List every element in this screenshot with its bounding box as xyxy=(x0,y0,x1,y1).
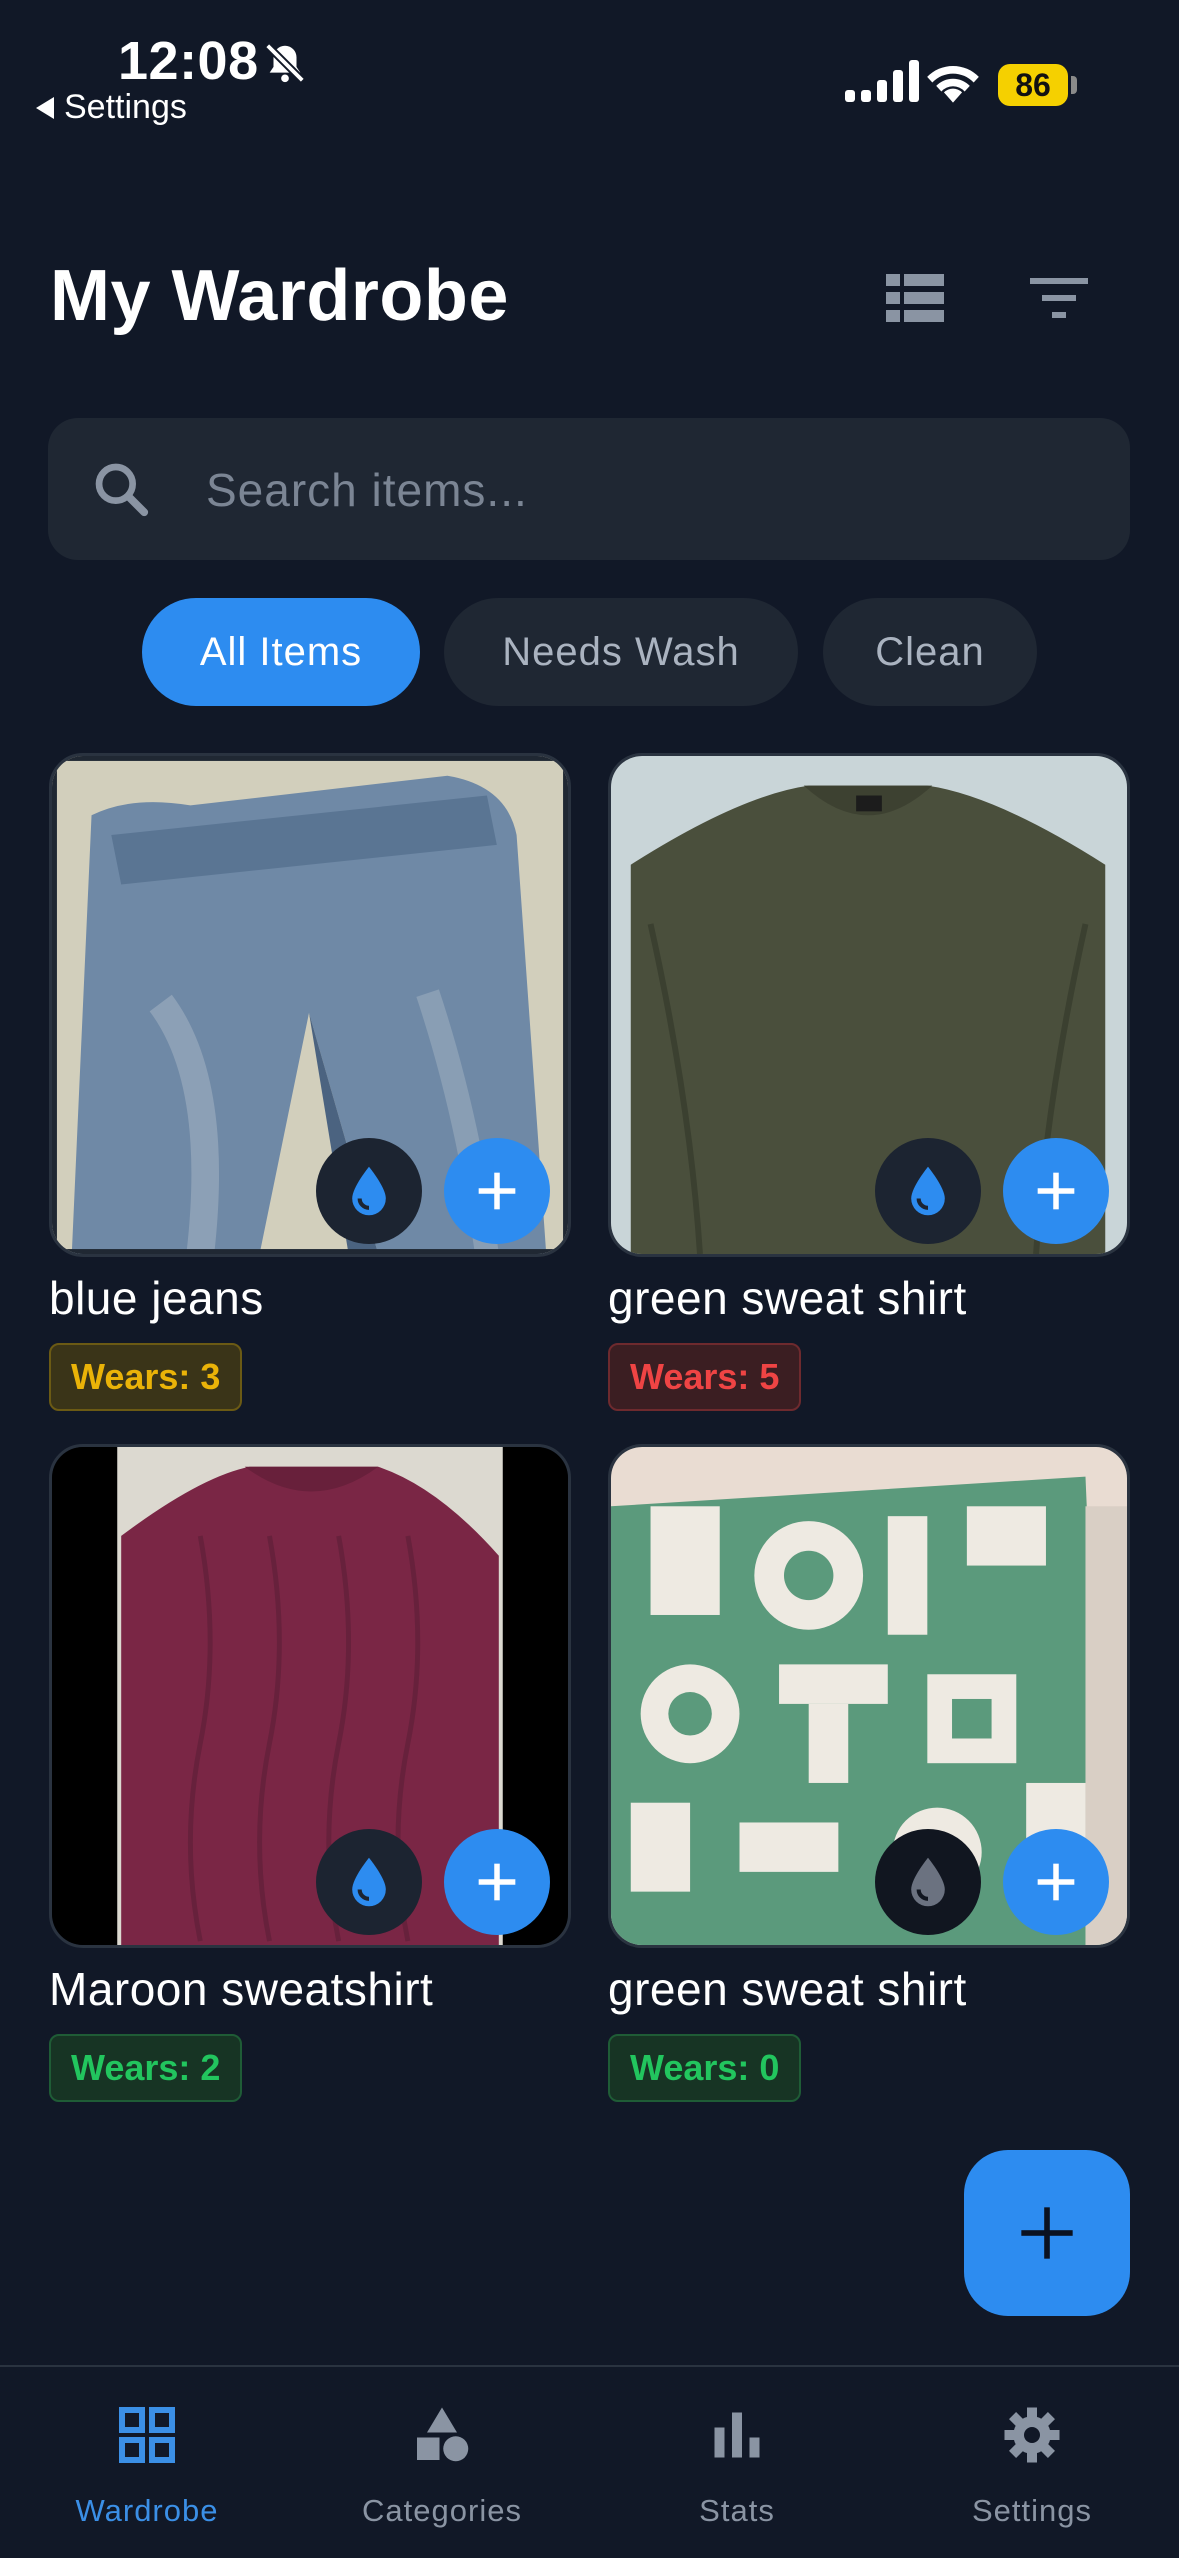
item-card-maroon-sweatshirt[interactable]: Maroon sweatshirt Wears: 2 xyxy=(49,1444,571,2102)
bell-slash-icon xyxy=(265,43,305,83)
search-input[interactable] xyxy=(204,452,1088,528)
filter-chip-needs-wash[interactable]: Needs Wash xyxy=(444,598,798,706)
mark-washed-button[interactable] xyxy=(316,1829,422,1935)
item-name: blue jeans xyxy=(49,1272,264,1324)
water-drop-icon xyxy=(352,1166,386,1216)
plus-icon xyxy=(478,1172,516,1210)
gear-icon xyxy=(1004,2407,1060,2463)
search-bar[interactable] xyxy=(48,418,1130,560)
mark-washed-button[interactable] xyxy=(316,1138,422,1244)
filter-icon xyxy=(1030,278,1088,318)
filter-chip-all-items[interactable]: All Items xyxy=(142,598,420,706)
status-bar: 12:08 Settings 86 xyxy=(0,0,1179,140)
item-name: green sweat shirt xyxy=(608,1963,967,2015)
nav-item-settings[interactable]: Settings xyxy=(885,2367,1179,2558)
bottom-nav: Wardrobe Categories Stats Settings xyxy=(0,2365,1179,2558)
battery-icon: 86 xyxy=(998,64,1068,106)
chip-label: Clean xyxy=(875,629,985,674)
chip-label: Needs Wash xyxy=(502,629,740,674)
battery-tip xyxy=(1071,76,1077,94)
water-drop-icon xyxy=(911,1857,945,1907)
nav-item-stats[interactable]: Stats xyxy=(590,2367,884,2558)
wear-count-badge: Wears: 0 xyxy=(608,2034,802,2102)
back-to-settings[interactable]: Settings xyxy=(36,88,187,127)
search-icon xyxy=(95,463,149,517)
item-photo[interactable] xyxy=(49,1444,571,1948)
mark-washed-button[interactable] xyxy=(875,1829,981,1935)
list-view-button[interactable] xyxy=(880,268,950,328)
cellular-signal-icon xyxy=(845,60,919,102)
item-card-blue-jeans[interactable]: blue jeans Wears: 3 xyxy=(49,753,571,1411)
wifi-icon xyxy=(927,65,979,103)
plus-icon xyxy=(1037,1172,1075,1210)
filter-chip-clean[interactable]: Clean xyxy=(823,598,1037,706)
plus-icon xyxy=(1037,1863,1075,1901)
add-item-fab[interactable] xyxy=(964,2150,1130,2316)
bar-chart-icon xyxy=(714,2412,760,2458)
status-time: 12:08 xyxy=(118,31,259,91)
list-view-icon xyxy=(886,274,944,322)
add-wear-button[interactable] xyxy=(1003,1138,1109,1244)
nav-label: Settings xyxy=(971,2493,1092,2528)
page-title: My Wardrobe xyxy=(50,256,509,336)
nav-label: Categories xyxy=(362,2493,522,2528)
nav-item-wardrobe[interactable]: Wardrobe xyxy=(0,2367,294,2558)
item-photo[interactable] xyxy=(608,1444,1130,1948)
item-card-green-sweat-shirt-patterned[interactable]: green sweat shirt Wears: 0 xyxy=(608,1444,1130,2102)
item-name: green sweat shirt xyxy=(608,1272,967,1324)
add-wear-button[interactable] xyxy=(444,1138,550,1244)
mark-washed-button[interactable] xyxy=(875,1138,981,1244)
chip-label: All Items xyxy=(199,629,363,674)
water-drop-icon xyxy=(352,1857,386,1907)
back-label: Settings xyxy=(64,88,187,126)
wear-count-badge: Wears: 2 xyxy=(49,2034,243,2102)
item-name: Maroon sweatshirt xyxy=(49,1963,434,2015)
item-photo[interactable] xyxy=(608,753,1130,1257)
nav-label: Stats xyxy=(699,2493,775,2528)
shapes-icon xyxy=(417,2407,469,2462)
plus-icon xyxy=(478,1863,516,1901)
wear-count-badge: Wears: 5 xyxy=(608,1343,802,1411)
nav-item-categories[interactable]: Categories xyxy=(295,2367,589,2558)
item-card-green-sweat-shirt[interactable]: green sweat shirt Wears: 5 xyxy=(608,753,1130,1411)
back-arrow-icon xyxy=(36,96,54,119)
wear-count-badge: Wears: 3 xyxy=(49,1343,243,1411)
water-drop-icon xyxy=(911,1166,945,1216)
filter-button[interactable] xyxy=(1024,268,1094,328)
plus-icon xyxy=(1021,2207,1073,2259)
grid-icon xyxy=(119,2407,175,2463)
add-wear-button[interactable] xyxy=(444,1829,550,1935)
add-wear-button[interactable] xyxy=(1003,1829,1109,1935)
item-photo[interactable] xyxy=(49,753,571,1257)
nav-label: Wardrobe xyxy=(75,2493,219,2528)
